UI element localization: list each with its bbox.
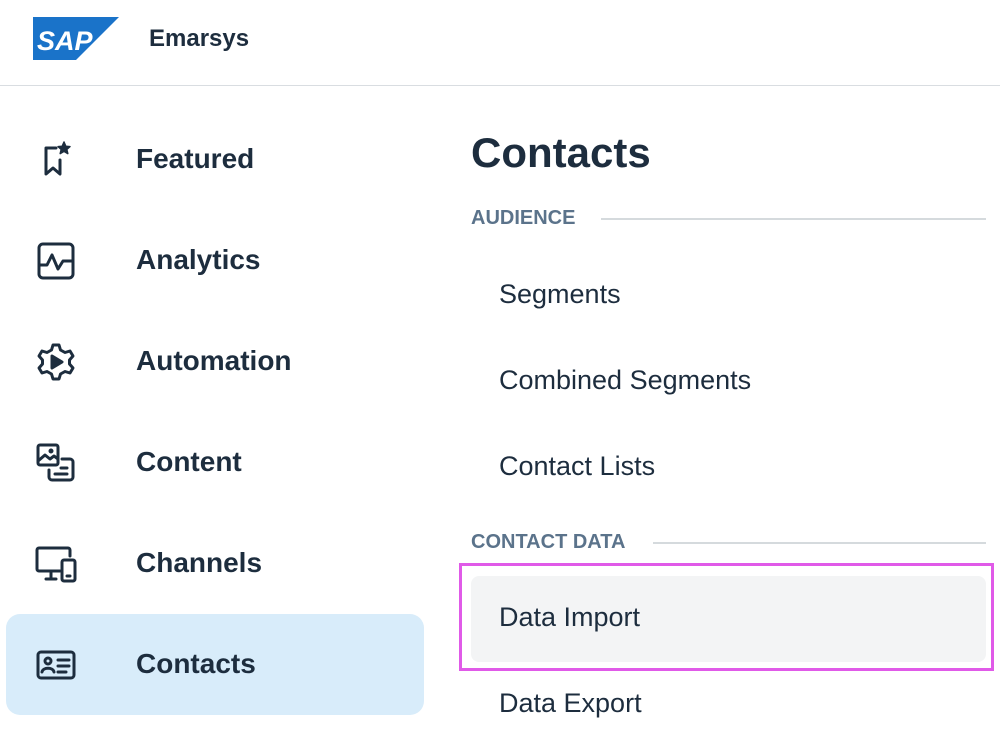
nav-item-label: Content (136, 446, 242, 477)
nav-item-channels[interactable]: Channels (6, 513, 424, 614)
analytics-chart-icon (34, 241, 78, 281)
menu-item-data-import[interactable]: Data Import (471, 576, 986, 662)
section-header-audience: AUDIENCE (471, 207, 986, 229)
contact-card-icon (34, 645, 78, 685)
svg-text:SAP: SAP (37, 26, 94, 56)
nav-item-label: Analytics (136, 244, 261, 275)
bookmark-star-icon (34, 140, 78, 180)
nav-item-contacts[interactable]: Contacts (6, 614, 424, 715)
contacts-menu-panel: Contacts AUDIENCE Segments Combined Segm… (440, 87, 1000, 740)
menu-item-label: Contact Lists (499, 451, 656, 481)
menu-item-data-export[interactable]: Data Export (471, 662, 986, 740)
section-divider (653, 542, 986, 544)
nav-item-label: Featured (136, 143, 255, 174)
nav-item-analytics[interactable]: Analytics (6, 210, 424, 311)
nav-item-label: Automation (136, 345, 292, 376)
image-document-icon (34, 443, 78, 483)
side-navigation: Featured Analytics Automation Content Ch… (0, 87, 440, 740)
menu-item-label: Data Export (499, 688, 642, 718)
section-label: CONTACT DATA (471, 531, 626, 553)
menu-item-combined-segments[interactable]: Combined Segments (471, 339, 986, 425)
nav-item-label: Channels (136, 547, 263, 578)
nav-item-label: Contacts (136, 648, 256, 679)
section-divider (601, 218, 986, 220)
nav-item-featured[interactable]: Featured (6, 109, 424, 210)
page-title: Contacts (471, 129, 651, 176)
top-bar: SAP Emarsys (0, 0, 1000, 86)
menu-item-label: Combined Segments (499, 365, 752, 395)
monitor-mobile-icon (34, 544, 78, 584)
product-name: Emarsys (149, 25, 250, 52)
menu-item-label: Data Import (499, 602, 641, 632)
nav-item-content[interactable]: Content (6, 412, 424, 513)
section-label: AUDIENCE (471, 207, 576, 229)
nav-item-automation[interactable]: Automation (6, 311, 424, 412)
sap-logo[interactable]: SAP (33, 17, 119, 60)
menu-item-contact-lists[interactable]: Contact Lists (471, 425, 986, 511)
gear-play-icon (34, 342, 78, 382)
menu-item-segments[interactable]: Segments (471, 253, 986, 339)
section-header-contact-data: CONTACT DATA (471, 531, 986, 553)
menu-item-label: Segments (499, 279, 621, 309)
